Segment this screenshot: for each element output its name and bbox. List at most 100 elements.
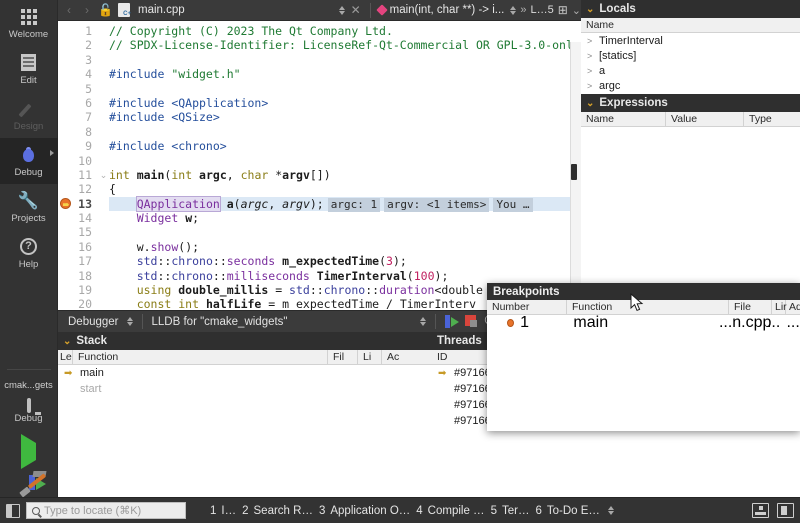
line-number[interactable]: 6 xyxy=(58,96,98,110)
column-file[interactable]: Fil xyxy=(328,350,358,365)
column-address[interactable]: Ac xyxy=(382,350,406,365)
chevron-down-icon[interactable]: ⌄ xyxy=(572,4,581,17)
code-line[interactable]: int main(int argc, char *argv[]) xyxy=(109,168,581,182)
code-line[interactable]: std::chrono::milliseconds TimerInterval(… xyxy=(109,269,581,283)
toggle-sidebar-icon[interactable] xyxy=(6,504,20,518)
line-number[interactable]: 4 xyxy=(58,67,98,81)
line-number[interactable]: 19 xyxy=(58,283,98,297)
mode-edit[interactable]: Edit xyxy=(0,46,58,92)
editor-scrollbar[interactable] xyxy=(570,42,581,310)
code-area[interactable]: 1234567891011121314151617181920 ⌄ // Cop… xyxy=(58,21,581,310)
expand-chevron-icon[interactable]: > xyxy=(587,51,594,61)
kit-selector[interactable]: Debug xyxy=(0,391,58,435)
breakpoint-row[interactable]: 1main...n.cpp...... xyxy=(487,315,800,331)
code-line[interactable]: Widget w; xyxy=(109,211,581,225)
stop-debugger-icon[interactable] xyxy=(465,315,479,328)
column-value[interactable]: Value xyxy=(666,112,744,127)
breakpoint-dot-icon[interactable] xyxy=(507,319,514,327)
locals-panel-header[interactable]: ⌄ Locals xyxy=(581,0,800,18)
debugger-engine-label[interactable]: LLDB for "cmake_widgets" xyxy=(152,316,288,328)
pane-dropdown-icon[interactable] xyxy=(608,506,614,515)
continue-icon[interactable] xyxy=(445,315,459,328)
expand-chevron-icon[interactable]: > xyxy=(587,66,594,76)
expressions-panel-header[interactable]: ⌄ Expressions xyxy=(581,94,800,112)
mode-help[interactable]: ? Help xyxy=(0,230,58,276)
project-name-label[interactable]: cmak...gets xyxy=(0,380,58,391)
column-function[interactable]: Function xyxy=(567,300,729,315)
symbol-dropdown-icon[interactable] xyxy=(510,6,516,15)
output-pane-todo-entries[interactable]: 6 To-Do E… xyxy=(535,505,599,517)
line-number[interactable]: 11 xyxy=(58,168,98,182)
output-pane-issues[interactable]: 1 I… xyxy=(210,505,236,517)
mode-debug[interactable]: Debug xyxy=(0,138,58,184)
chevron-right-icon[interactable] xyxy=(50,150,54,156)
code-line[interactable]: std::chrono::seconds m_expectedTime(3); xyxy=(109,254,581,268)
code-line[interactable] xyxy=(109,125,581,139)
stack-panel-header[interactable]: ⌄ Stack xyxy=(58,332,432,350)
locals-row[interactable]: >argc xyxy=(581,78,800,93)
column-line[interactable]: Li xyxy=(358,350,382,365)
expand-chevron-icon[interactable]: > xyxy=(587,36,594,46)
column-number[interactable]: Number xyxy=(487,300,567,315)
inline-debug-value[interactable]: You … xyxy=(493,198,532,212)
code-line[interactable]: #include <QApplication> xyxy=(109,96,581,110)
column-type[interactable]: Type xyxy=(744,112,800,127)
engine-dropdown-icon[interactable] xyxy=(420,317,426,326)
chevron-down-icon[interactable]: ⌄ xyxy=(586,4,594,15)
locals-row[interactable]: >a xyxy=(581,63,800,78)
chevron-down-icon[interactable]: ⌄ xyxy=(63,336,71,347)
line-number-gutter[interactable]: 1234567891011121314151617181920 xyxy=(58,21,98,310)
fold-column[interactable]: ⌄ xyxy=(98,21,109,310)
column-address[interactable]: Ad xyxy=(786,300,800,315)
code-line[interactable] xyxy=(109,154,581,168)
code-line[interactable] xyxy=(109,53,581,67)
output-pane-terminal[interactable]: 5 Ter… xyxy=(491,505,530,517)
line-number[interactable]: 8 xyxy=(58,125,98,139)
debugger-dropdown-icon[interactable] xyxy=(127,317,133,326)
mode-projects[interactable]: 🔧 Projects xyxy=(0,184,58,230)
breakpoints-rows[interactable]: 1main...n.cpp...... xyxy=(487,315,800,331)
code-line[interactable]: #include <QSize> xyxy=(109,110,581,124)
code-line[interactable]: w.show(); xyxy=(109,240,581,254)
navigate-back-icon[interactable]: ‹ xyxy=(62,3,76,17)
mode-welcome[interactable]: Welcome xyxy=(0,0,58,46)
column-level[interactable]: Le xyxy=(58,350,73,365)
run-button[interactable] xyxy=(21,443,36,461)
output-pane-icon[interactable] xyxy=(752,503,769,518)
code-line[interactable] xyxy=(109,82,581,96)
column-name[interactable]: Name xyxy=(581,112,666,127)
code-line[interactable]: #include "widget.h" xyxy=(109,67,581,81)
inline-debug-value[interactable]: argv: <1 items> xyxy=(384,198,489,212)
fold-marker-icon[interactable]: ⌄ xyxy=(98,168,109,182)
locals-row[interactable]: >TimerInterval xyxy=(581,33,800,48)
output-pane-search-results[interactable]: 2 Search R… xyxy=(242,505,313,517)
column-file[interactable]: File xyxy=(729,300,772,315)
editor-filename[interactable]: main.cpp xyxy=(138,4,185,16)
chevron-down-icon[interactable]: ⌄ xyxy=(586,98,594,109)
code-line[interactable]: #include <chrono> xyxy=(109,139,581,153)
file-dropdown-icon[interactable] xyxy=(339,6,345,15)
right-sidebar-icon[interactable] xyxy=(777,503,794,518)
output-pane-compile-output[interactable]: 4 Compile … xyxy=(416,505,484,517)
line-number[interactable]: 14 xyxy=(58,211,98,225)
stack-row[interactable]: start xyxy=(58,381,432,397)
line-number[interactable]: 10 xyxy=(58,154,98,168)
code-line[interactable]: { xyxy=(109,182,581,196)
source-code[interactable]: // Copyright (C) 2023 The Qt Company Ltd… xyxy=(109,21,581,310)
line-number[interactable]: 12 xyxy=(58,182,98,196)
code-line[interactable]: QApplication a(argc, argv);argc: 1argv: … xyxy=(109,197,581,211)
column-name[interactable]: Name xyxy=(581,18,800,33)
stack-rows[interactable]: ➡mainstart xyxy=(58,365,432,510)
line-number[interactable]: 5 xyxy=(58,82,98,96)
output-pane-application-output[interactable]: 3 Application O… xyxy=(319,505,410,517)
code-line[interactable] xyxy=(109,225,581,239)
line-number[interactable]: 18 xyxy=(58,269,98,283)
line-number[interactable]: 16 xyxy=(58,240,98,254)
expand-chevron-icon[interactable]: > xyxy=(587,81,594,91)
line-number[interactable]: 20 xyxy=(58,297,98,310)
stack-row[interactable]: ➡main xyxy=(58,365,432,381)
symbol-selector[interactable]: main(int, char **) -> i... xyxy=(390,4,505,16)
unlocked-icon[interactable]: 🔓 xyxy=(98,3,112,17)
split-editor-icon[interactable]: ⊞ xyxy=(558,3,568,17)
scrollbar-thumb[interactable] xyxy=(571,164,577,180)
